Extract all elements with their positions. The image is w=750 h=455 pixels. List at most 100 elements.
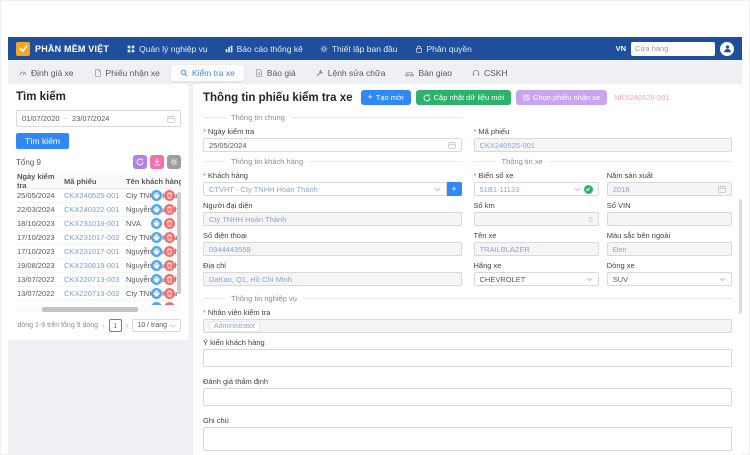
calendar-icon [718,185,726,193]
model-select[interactable]: SUV [607,272,732,286]
ticket-code-link[interactable]: CKX231017-002 [64,233,126,242]
ticket-code-link[interactable]: CKX220713-002 [64,289,126,298]
create-button[interactable]: + Tạo mới [361,90,411,105]
year-input: 2018 [607,182,732,196]
car-icon [405,69,414,77]
plate-select[interactable]: 51B1-11133 [474,182,599,196]
delete-row-button[interactable] [164,260,175,271]
nav-item-permissions[interactable]: Phân quyền [415,44,472,54]
brand-select[interactable]: CHEVROLET [474,272,599,286]
print-row-button[interactable] [151,288,162,299]
refresh-button[interactable] [133,155,147,169]
delete-row-button[interactable] [164,302,175,305]
scrollbar-thumb[interactable] [177,192,181,294]
choose-receipt-button[interactable]: Chọn phiếu nhận xe [516,90,607,105]
tab-dinh-gia-xe[interactable]: Định giá xe [10,65,83,81]
nav-item-reports[interactable]: Báo cáo thống kê [225,44,303,54]
column-header-date[interactable]: Ngày kiểm tra [16,172,64,190]
customer-select[interactable]: CTVHT - Cty TNHH Hoàn Thành [203,182,447,196]
table-row[interactable]: 25/05/2024 CKX240525-001 Cty TNHH Hoàn T… [16,189,181,203]
table-vertical-scrollbar[interactable] [177,189,181,305]
delete-row-button[interactable] [164,274,175,285]
print-row-button[interactable] [151,190,162,201]
table-row[interactable]: 17/10/2023 CKX231017-001 Nguyễn Văn Chài [16,245,181,259]
tab-bao-gia[interactable]: Báo giá [246,65,305,81]
delete-row-button[interactable] [164,232,175,243]
field-label: Địa chỉ [203,261,226,270]
delete-row-button[interactable] [164,190,175,201]
assessment-textarea[interactable] [203,388,732,406]
table-row[interactable]: 19/08/2023 CKX230819-001 Nguyễn Văn Chài [16,259,181,273]
date-range-picker[interactable]: 01/07/2020 ~ 23/07/2024 [16,110,181,127]
cell-date: 17/10/2023 [16,233,64,242]
refresh-icon [423,94,431,102]
ticket-code-link[interactable]: CKX240322-001 [64,205,126,214]
prev-page-button[interactable]: ‹ [102,321,105,330]
table-row-partial[interactable] [16,301,181,305]
print-row-button[interactable] [151,218,162,229]
export-button[interactable] [150,155,164,169]
field-label: Ghi chú [203,416,229,425]
delete-row-button[interactable] [164,246,175,257]
ticket-code-link[interactable]: CKX220713-003 [64,275,126,284]
add-customer-button[interactable]: + [447,182,462,196]
code-field: *Mã phiếu CKX240525-001 [474,127,733,152]
table-row[interactable]: 22/03/2024 CKX240322-001 Nguyễn Văn Chài [16,203,181,217]
next-page-button[interactable]: › [126,321,129,330]
search-panel: Tìm kiếm 01/07/2020 ~ 23/07/2024 Tìm kiế… [8,84,189,340]
store-search-input[interactable] [631,42,715,56]
update-button[interactable]: Cập nhật dữ liệu mới [416,90,511,105]
column-header-customer[interactable]: Tên khách hàng [126,177,181,186]
representative-field: Người đại diện Cty TNHH Hoàn Thành [203,201,462,226]
chevron-down-icon [434,187,441,192]
vin-field: Số VIN [607,201,732,226]
date-to-value[interactable]: 23/07/2024 [72,114,110,123]
note-textarea[interactable] [203,427,732,451]
print-row-button[interactable] [151,232,162,243]
inspection-date-input[interactable]: 25/05/2024 [203,138,462,152]
search-button[interactable]: Tìm kiếm [16,133,69,149]
panel-scrollbar-thumb[interactable] [739,199,742,314]
nav-item-business-management[interactable]: Quản lý nghiệp vụ [127,44,208,54]
date-from-value[interactable]: 01/07/2020 [22,114,60,123]
column-header-code[interactable]: Mã phiếu [64,177,126,186]
table-row[interactable]: 13/07/2022 CKX220713-002 Cty TNHH Hoàn T… [16,287,181,301]
delete-row-button[interactable] [164,288,175,299]
table-row[interactable]: 18/10/2023 CKX231018-001 NVA [16,217,181,231]
section-general: Thông tin chung [203,113,462,122]
print-row-button[interactable] [151,302,162,305]
print-row-button[interactable] [151,260,162,271]
table-horizontal-scrollbar[interactable] [16,307,181,312]
tab-kiem-tra-xe[interactable]: Kiểm tra xe [171,65,244,81]
form-left-column: Thông tin chung *Ngày kiểm tra 25/05/202… [203,110,462,291]
field-label: Số km [474,201,495,210]
ticket-code-link[interactable]: CKX231018-001 [64,219,126,228]
print-row-button[interactable] [151,246,162,257]
cell-date: 18/10/2023 [16,219,64,228]
bar-chart-icon [225,45,233,53]
nav-item-initial-setup[interactable]: Thiết lập ban đầu [320,44,398,54]
inspection-date-field: *Ngày kiểm tra 25/05/2024 [203,127,462,152]
page-size-select[interactable]: 10 / trang [132,319,181,332]
ticket-code-link[interactable]: CKX231017-001 [64,247,126,256]
language-label[interactable]: VN [616,44,626,53]
table-settings-button[interactable] [167,155,181,169]
print-row-button[interactable] [151,204,162,215]
tab-ban-giao[interactable]: Bàn giao [396,65,461,81]
tab-cskh[interactable]: CSKH [463,65,517,81]
delete-row-button[interactable] [164,218,175,229]
table-row[interactable]: 13/07/2022 CKX220713-003 Nguyễn Văn Chài [16,273,181,287]
tab-lenh-sua-chua[interactable]: Lệnh sửa chữa [307,65,395,81]
ticket-code-link[interactable]: CKX240525-001 [64,191,126,200]
page-number-button[interactable]: 1 [109,319,122,332]
field-value: Đen [613,245,726,254]
ticket-code-link[interactable]: CKX230819-001 [64,261,126,270]
user-avatar[interactable] [720,42,734,56]
tab-phieu-nhan-xe[interactable]: Phiếu nhận xe [85,65,169,81]
plate-field: *Biển số xe 51B1-11133 [474,171,599,196]
customer-opinion-textarea[interactable] [203,349,732,367]
table-row[interactable]: 17/10/2023 CKX231017-002 Cty TNHH Hoàn T… [16,231,181,245]
delete-row-button[interactable] [164,204,175,215]
print-row-button[interactable] [151,274,162,285]
scrollbar-thumb[interactable] [42,307,138,312]
